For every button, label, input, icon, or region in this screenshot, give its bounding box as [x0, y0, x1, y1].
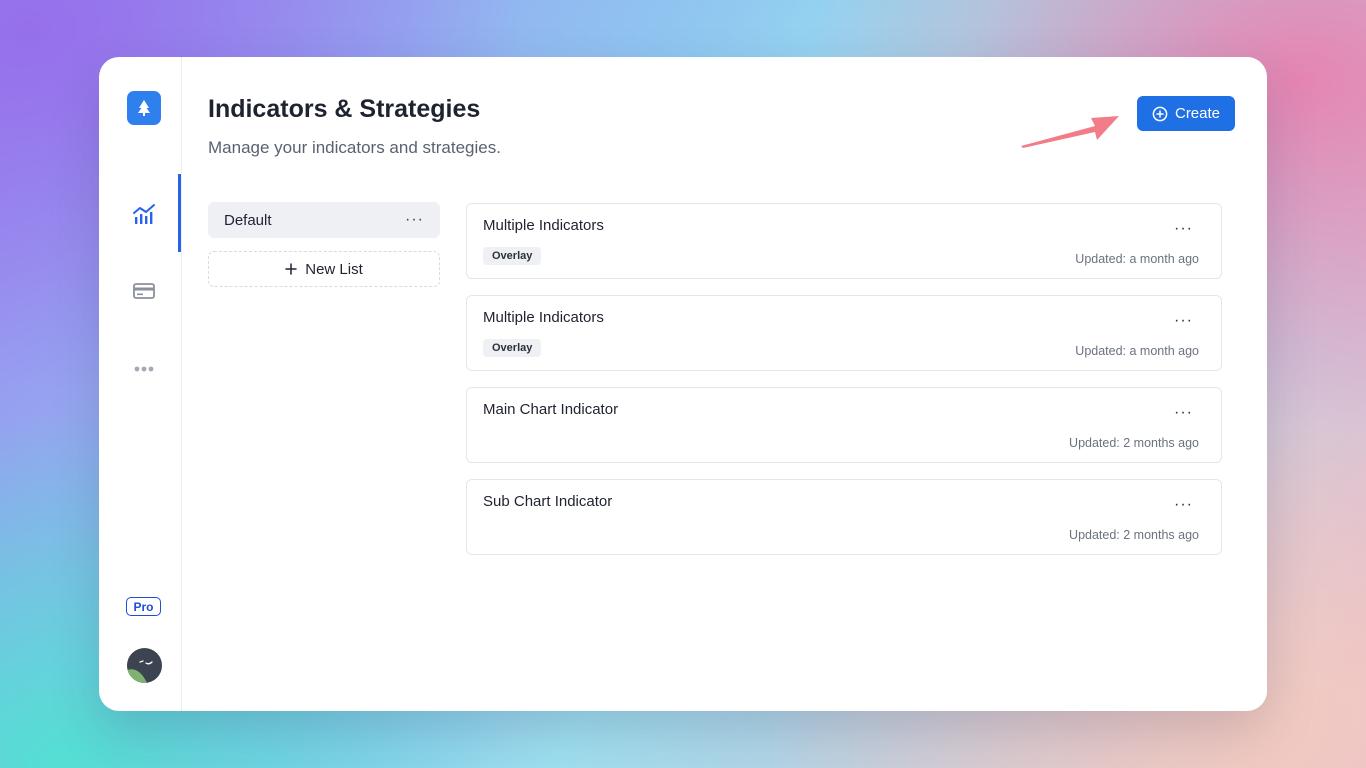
- nav-chart-button[interactable]: [130, 200, 158, 228]
- new-list-button[interactable]: New List: [208, 251, 440, 287]
- overlay-badge: Overlay: [483, 247, 542, 265]
- active-nav-indicator: [178, 174, 181, 252]
- list-item-label: Default: [224, 211, 272, 229]
- chart-icon: [133, 204, 155, 224]
- indicator-card[interactable]: Main Chart Indicator ··· Updated: 2 mont…: [466, 387, 1222, 463]
- list-item-default[interactable]: Default ···: [208, 202, 440, 238]
- card-menu-button[interactable]: ···: [1174, 404, 1193, 422]
- create-button-label: Create: [1174, 105, 1221, 122]
- plus-circle-icon: [1152, 106, 1168, 121]
- page-title: Indicators & Strategies: [208, 95, 481, 123]
- card-title: Multiple Indicators: [483, 309, 604, 326]
- annotation-arrow-icon: [1021, 116, 1119, 148]
- indicator-card[interactable]: Multiple Indicators Overlay ··· Updated:…: [466, 295, 1222, 371]
- sidebar: Pro: [99, 57, 182, 711]
- app-window: Pro Indicators & Strategies Manage your …: [99, 57, 1267, 711]
- avatar[interactable]: [127, 648, 162, 683]
- nav-more-button[interactable]: [130, 355, 158, 383]
- card-icon: [133, 283, 155, 299]
- indicator-card[interactable]: Multiple Indicators Overlay ··· Updated:…: [466, 203, 1222, 279]
- card-updated-text: Updated: 2 months ago: [1069, 528, 1199, 542]
- page-subtitle: Manage your indicators and strategies.: [208, 138, 501, 157]
- avatar-face-icon: [127, 660, 153, 683]
- new-list-label: New List: [305, 260, 363, 278]
- app-logo[interactable]: [127, 91, 161, 125]
- card-menu-button[interactable]: ···: [1174, 496, 1193, 514]
- list-menu-button[interactable]: ···: [405, 211, 424, 229]
- nav-billing-button[interactable]: [130, 277, 158, 305]
- create-button[interactable]: Create: [1137, 96, 1235, 131]
- pro-badge[interactable]: Pro: [126, 597, 161, 616]
- more-icon: [134, 366, 154, 372]
- card-updated-text: Updated: 2 months ago: [1069, 436, 1199, 450]
- card-title: Sub Chart Indicator: [483, 493, 613, 510]
- overlay-badge: Overlay: [483, 339, 542, 357]
- card-updated-text: Updated: a month ago: [1075, 252, 1199, 266]
- card-title: Main Chart Indicator: [483, 401, 619, 418]
- card-updated-text: Updated: a month ago: [1075, 344, 1199, 358]
- card-menu-button[interactable]: ···: [1174, 312, 1193, 330]
- card-menu-button[interactable]: ···: [1174, 220, 1193, 238]
- plus-icon: [285, 263, 297, 275]
- tree-icon: [138, 100, 150, 116]
- card-title: Multiple Indicators: [483, 217, 604, 234]
- indicator-card[interactable]: Sub Chart Indicator ··· Updated: 2 month…: [466, 479, 1222, 555]
